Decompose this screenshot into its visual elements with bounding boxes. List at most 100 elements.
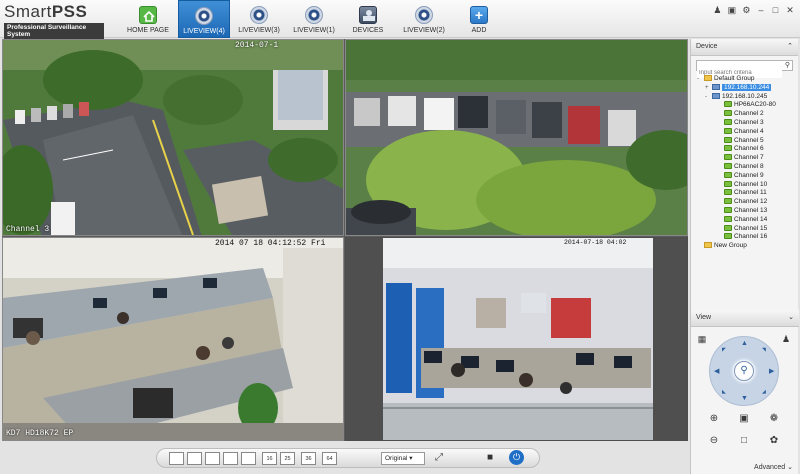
layout-1-button[interactable] xyxy=(169,452,184,465)
tab-devices[interactable]: DEVICES xyxy=(348,0,388,38)
device-tree-label: Channel 4 xyxy=(734,127,764,135)
device-tree-label: Channel 8 xyxy=(734,162,764,170)
device-tree-item[interactable]: Channel 2 xyxy=(691,110,798,119)
arrow-down-left-icon[interactable]: ◣ xyxy=(722,389,726,395)
device-tree-label: HP66AC20-80 xyxy=(734,101,776,109)
tab-liveview-3[interactable]: LIVEVIEW(3) xyxy=(234,0,284,38)
focus-far-icon[interactable]: □ xyxy=(737,434,751,448)
iris-open-icon[interactable]: ❁ xyxy=(767,412,781,426)
device-tree-item[interactable]: +192.168.10.244 xyxy=(691,83,798,93)
right-panel: Device ⌃ ⚲ - Default Group+192.168.10.244… xyxy=(690,39,799,474)
device-tree-item[interactable]: Channel 12 xyxy=(691,198,798,207)
device-tree-item[interactable]: Channel 9 xyxy=(691,171,798,181)
arrow-up-left-icon[interactable]: ◤ xyxy=(722,347,726,353)
arrow-right-icon[interactable]: ▶ xyxy=(769,367,774,375)
tab-liveview-2[interactable]: LIVEVIEW(2) xyxy=(398,0,450,38)
video-tile-3[interactable]: 2014 07 18 04:12:52 Fri KD7 HD18K72 EP xyxy=(2,237,344,441)
tree-toggle-icon[interactable]: - xyxy=(697,75,704,84)
device-tree-item[interactable]: - 192.168.10.245 xyxy=(691,92,798,102)
camera-icon xyxy=(250,6,268,24)
tab-home-page[interactable]: HOME PAGE xyxy=(126,0,170,38)
layout-25-button[interactable]: 25 xyxy=(280,452,295,465)
iris-close-icon[interactable]: ✿ xyxy=(767,434,781,448)
focus-near-icon[interactable]: ▣ xyxy=(737,412,751,426)
device-tree-label: Channel 6 xyxy=(734,145,764,153)
device-tree-item[interactable]: Channel 14 xyxy=(691,215,798,225)
zoom-select[interactable]: Original ▾ xyxy=(381,452,425,465)
arrow-up-right-icon[interactable]: ◥ xyxy=(762,347,766,353)
app-logo: SmartPSS Professional Surveillance Syste… xyxy=(4,2,104,39)
search-icon[interactable]: ⚲ xyxy=(785,61,790,69)
device-tree-item[interactable]: Channel 4 xyxy=(691,127,798,137)
top-bar: SmartPSS Professional Surveillance Syste… xyxy=(0,0,800,39)
user-icon[interactable]: ♟ xyxy=(711,5,723,16)
device-tree-label: New Group xyxy=(714,242,747,250)
device-tree-item[interactable]: Channel 6 xyxy=(691,145,798,154)
zoom-out-icon[interactable]: ⊖ xyxy=(707,434,721,448)
logo-text-bold: PSS xyxy=(51,2,88,21)
tab-liveview-4[interactable]: LIVEVIEW(4) xyxy=(178,0,230,38)
device-tree-item[interactable]: Channel 10 xyxy=(691,180,798,190)
tab-add[interactable]: + ADD xyxy=(462,0,496,38)
device-tree-label: Channel 3 xyxy=(734,118,764,126)
device-tree-label: Channel 15 xyxy=(734,224,768,232)
tree-toggle-icon[interactable]: - xyxy=(705,93,712,102)
layout-4-button[interactable] xyxy=(205,452,220,465)
layout-16-button[interactable]: 16 xyxy=(262,452,277,465)
device-tree-item[interactable]: - Default Group xyxy=(691,75,798,84)
arrow-up-icon[interactable]: ▲ xyxy=(741,340,748,347)
layout-64-button[interactable]: 64 xyxy=(322,452,337,465)
tab-label: DEVICES xyxy=(352,27,384,34)
device-tree-item[interactable]: Channel 16 xyxy=(691,233,798,242)
chevron-up-icon: ⌃ xyxy=(787,43,793,50)
zoom-value: Original xyxy=(385,455,408,462)
device-tree-item[interactable]: Channel 7 xyxy=(691,154,798,163)
view-panel: View ⌄ xyxy=(691,310,799,327)
maximize-icon[interactable]: □ xyxy=(769,5,781,15)
person-icon[interactable]: ♟ xyxy=(779,332,793,346)
close-icon[interactable]: ✕ xyxy=(784,5,796,16)
settings-icon[interactable]: ⚙ xyxy=(740,5,752,16)
ptz-direction-pad[interactable]: ▲ ▼ ◀ ▶ ◤ ◥ ◣ ◢ ⚲ xyxy=(709,336,779,406)
save-icon[interactable]: ■ xyxy=(487,452,493,463)
device-tree-item[interactable]: Channel 15 xyxy=(691,224,798,234)
layout-6-button[interactable] xyxy=(223,452,238,465)
refresh-icon[interactable]: ⏻ xyxy=(509,450,524,465)
layout-36-button[interactable]: 36 xyxy=(301,452,316,465)
device-tree-item[interactable]: Channel 3 xyxy=(691,118,798,128)
channel-camera-icon xyxy=(724,101,732,108)
lock-icon[interactable]: ▣ xyxy=(726,5,738,16)
fullscreen-icon[interactable]: ⤢ xyxy=(435,452,443,463)
channel-camera-icon xyxy=(724,145,732,152)
arrow-down-right-icon[interactable]: ◢ xyxy=(762,389,766,395)
tree-toggle-icon[interactable]: + xyxy=(705,84,712,93)
tab-liveview-1[interactable]: LIVEVIEW(1) xyxy=(288,0,340,38)
video-timestamp: 2014 07 18 04:12:52 Fri xyxy=(215,239,326,248)
video-frame-parked-cars xyxy=(346,40,687,235)
camera-icon xyxy=(305,6,323,24)
device-tree-item[interactable]: New Group xyxy=(691,242,798,251)
view-panel-header[interactable]: View ⌄ xyxy=(691,310,799,327)
video-tile-1[interactable]: 2014-07-1 Channel 3 xyxy=(2,39,344,236)
channel-camera-icon xyxy=(724,162,732,169)
layout-9-button[interactable] xyxy=(241,452,256,465)
advanced-toggle[interactable]: Advanced ⌄ xyxy=(754,463,793,471)
video-tile-2[interactable] xyxy=(345,39,688,236)
arrow-down-icon[interactable]: ▼ xyxy=(741,395,748,402)
channel-camera-icon xyxy=(724,127,732,134)
device-tree-label: Channel 14 xyxy=(734,215,768,223)
arrow-left-icon[interactable]: ◀ xyxy=(714,367,719,375)
device-tree-item[interactable]: Channel 11 xyxy=(691,189,798,198)
video-tile-4[interactable]: 2014-07-18 04:02 xyxy=(345,237,688,441)
grid-menu-icon[interactable]: ▦ xyxy=(695,332,709,346)
minimize-icon[interactable]: – xyxy=(755,5,767,15)
tab-label: LIVEVIEW(1) xyxy=(293,27,335,34)
ptz-center-icon[interactable]: ⚲ xyxy=(734,361,754,381)
device-tree-item[interactable]: Channel 5 xyxy=(691,136,798,146)
device-tree-item[interactable]: Channel 8 xyxy=(691,162,798,172)
device-panel-header[interactable]: Device ⌃ xyxy=(691,39,798,56)
device-tree-item[interactable]: Channel 13 xyxy=(691,206,798,216)
device-tree-item[interactable]: HP66AC20-80 xyxy=(691,101,798,110)
zoom-in-icon[interactable]: ⊕ xyxy=(707,412,721,426)
layout-2-button[interactable] xyxy=(187,452,202,465)
